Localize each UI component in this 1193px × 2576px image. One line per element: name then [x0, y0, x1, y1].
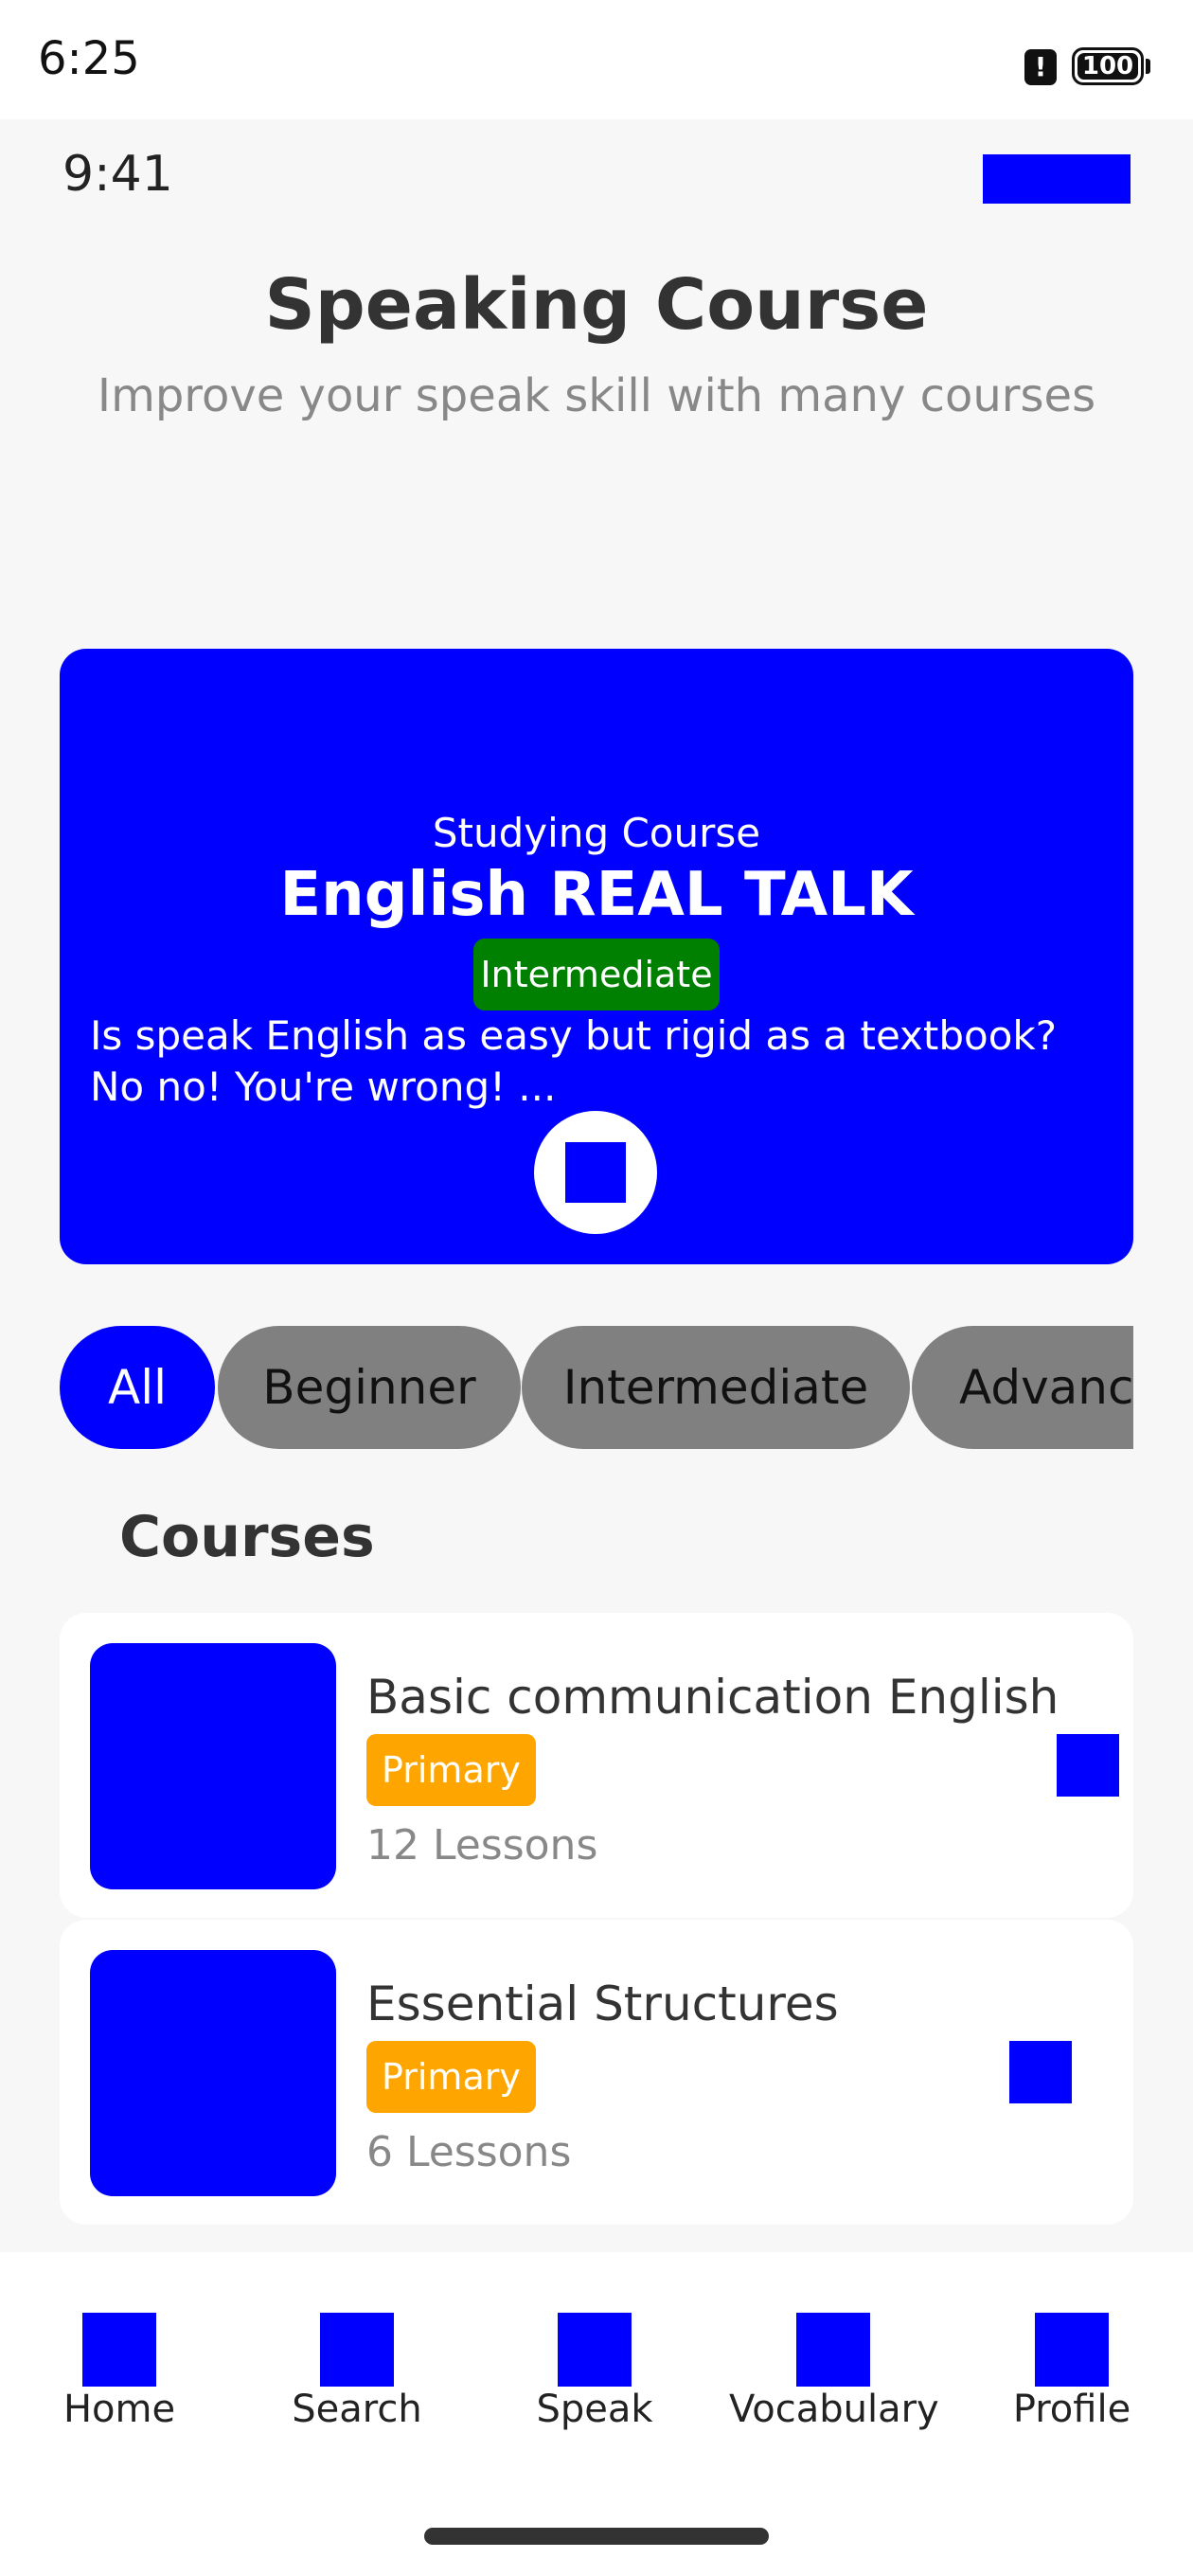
app-time: 9:41: [62, 146, 173, 203]
book-icon: [796, 2313, 870, 2387]
home-icon: [82, 2313, 156, 2387]
nav-item-search[interactable]: Search: [253, 2313, 461, 2436]
battery-icon: 100: [1072, 47, 1144, 85]
system-status-bar: 6:25 ! 100: [0, 0, 1193, 119]
studying-course-card[interactable]: Studying Course English REAL TALK Interm…: [60, 649, 1133, 1264]
course-level-tag: Primary: [366, 2041, 536, 2113]
microphone-icon: [558, 2313, 632, 2387]
course-thumbnail: [90, 1643, 336, 1889]
home-indicator[interactable]: [424, 2528, 769, 2545]
course-lesson-count: 12 Lessons: [366, 1821, 598, 1869]
course-title: Basic communication English: [366, 1670, 1059, 1725]
hero-kicker: Studying Course: [432, 810, 761, 856]
header-action-icon[interactable]: [983, 154, 1131, 204]
course-card[interactable]: Essential Structures Primary 6 Lessons: [60, 1920, 1133, 2225]
battery-level: 100: [1077, 53, 1138, 80]
course-action-icon[interactable]: [1057, 1734, 1119, 1797]
filter-chip-all[interactable]: All: [60, 1326, 215, 1449]
courses-section-title: Courses: [119, 1504, 375, 1570]
level-filter-bar[interactable]: All Beginner Intermediate Advanced: [60, 1326, 1133, 1449]
nav-label: Profile: [1012, 2388, 1131, 2431]
battery-tip: [1146, 59, 1150, 74]
nav-label: Speak: [536, 2388, 653, 2431]
course-action-icon[interactable]: [1009, 2041, 1072, 2103]
course-lesson-count: 6 Lessons: [366, 2128, 572, 2176]
nav-label: Vocabulary: [729, 2388, 939, 2431]
nav-item-profile[interactable]: Profile: [968, 2313, 1176, 2436]
page-subtitle: Improve your speak skill with many cours…: [97, 369, 1096, 422]
filter-chip-beginner[interactable]: Beginner: [218, 1326, 521, 1449]
course-thumbnail: [90, 1950, 336, 2196]
filter-chip-advanced[interactable]: Advanced: [912, 1326, 1133, 1449]
hero-description: Is speak English as easy but rigid as a …: [90, 1012, 1058, 1110]
search-icon: [320, 2313, 394, 2387]
system-time: 6:25: [38, 32, 140, 85]
page-title: Speaking Course: [264, 264, 929, 346]
play-icon: [565, 1142, 626, 1203]
nav-label: Home: [62, 2388, 176, 2431]
nav-item-vocabulary[interactable]: Vocabulary: [729, 2313, 939, 2436]
nav-item-speak[interactable]: Speak: [490, 2313, 699, 2436]
course-level-tag: Primary: [366, 1734, 536, 1806]
filter-chip-intermediate[interactable]: Intermediate: [522, 1326, 910, 1449]
nav-item-home[interactable]: Home: [15, 2313, 223, 2436]
nav-label: Search: [292, 2388, 422, 2431]
course-title: Essential Structures: [366, 1977, 839, 2031]
alert-icon: !: [1024, 49, 1057, 85]
level-badge: Intermediate: [473, 939, 720, 1011]
user-icon: [1035, 2313, 1109, 2387]
course-card[interactable]: Basic communication English Primary 12 L…: [60, 1613, 1133, 1918]
hero-title: English REAL TALK: [279, 860, 914, 930]
play-button[interactable]: [534, 1111, 657, 1234]
